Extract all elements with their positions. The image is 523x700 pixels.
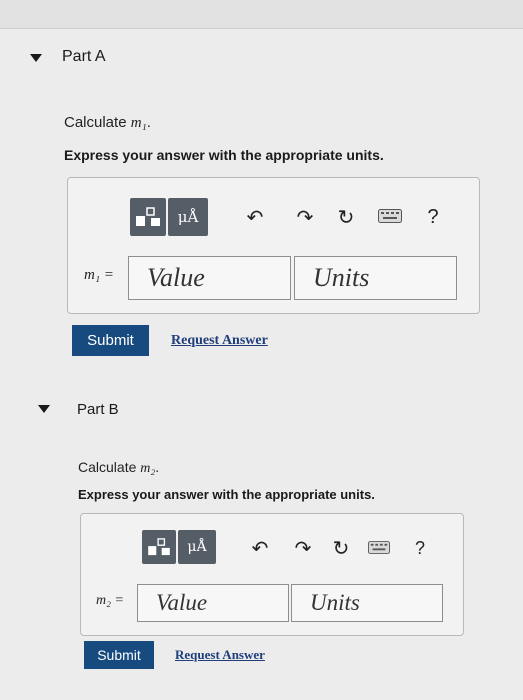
mu-units-button[interactable]: μÅ: [168, 198, 208, 236]
part-a-toolbar: μÅ: [130, 198, 208, 236]
part-b-instruction: Express your answer with the appropriate…: [78, 487, 375, 502]
top-bar: [0, 0, 523, 29]
variable-m2: m₂: [140, 461, 156, 476]
part-b-question: Calculate m₂.: [78, 459, 159, 477]
keyboard-icon[interactable]: [368, 540, 390, 554]
part-b-title[interactable]: Part B: [77, 401, 119, 418]
chevron-down-icon[interactable]: [38, 405, 50, 413]
templates-icon[interactable]: [142, 530, 176, 564]
chevron-down-icon[interactable]: [30, 54, 42, 62]
help-button[interactable]: ?: [422, 206, 444, 228]
part-a-instruction: Express your answer with the appropriate…: [64, 147, 384, 163]
calculate-text: Calculate: [78, 459, 141, 475]
input-label-m2: m₂ =: [96, 593, 124, 608]
input-label-m1: m₁ =: [84, 267, 114, 283]
mu-units-button[interactable]: μÅ: [178, 530, 216, 564]
request-answer-link[interactable]: Request Answer: [171, 333, 268, 349]
part-b-answer-box: μÅ ↶ ↷ ↻ ? m₂ =: [80, 513, 464, 636]
value-input[interactable]: [137, 584, 289, 622]
request-answer-link[interactable]: Request Answer: [175, 647, 265, 663]
help-button[interactable]: ?: [409, 537, 431, 559]
period: .: [146, 114, 151, 131]
reset-icon[interactable]: ↻: [335, 206, 357, 229]
variable-m1: m₁: [130, 115, 147, 131]
templates-icon[interactable]: [130, 198, 166, 236]
units-input[interactable]: [291, 584, 443, 622]
keyboard-icon[interactable]: [378, 208, 402, 224]
undo-icon[interactable]: ↶: [249, 537, 271, 560]
submit-button[interactable]: Submit: [84, 641, 154, 669]
part-b-toolbar: μÅ: [142, 530, 216, 564]
value-input[interactable]: [128, 256, 291, 300]
part-a-question: Calculate m₁.: [64, 114, 151, 132]
undo-icon[interactable]: ↶: [244, 206, 266, 229]
units-input[interactable]: [294, 256, 457, 300]
redo-icon[interactable]: ↷: [294, 206, 316, 229]
submit-button[interactable]: Submit: [72, 325, 149, 356]
reset-icon[interactable]: ↻: [330, 537, 352, 560]
part-a-title[interactable]: Part A: [62, 48, 106, 66]
redo-icon[interactable]: ↷: [292, 537, 314, 560]
part-a-answer-box: μÅ ↶ ↷ ↻ ? m₁ =: [67, 177, 480, 314]
period: .: [155, 459, 160, 475]
calculate-text: Calculate: [64, 114, 131, 131]
